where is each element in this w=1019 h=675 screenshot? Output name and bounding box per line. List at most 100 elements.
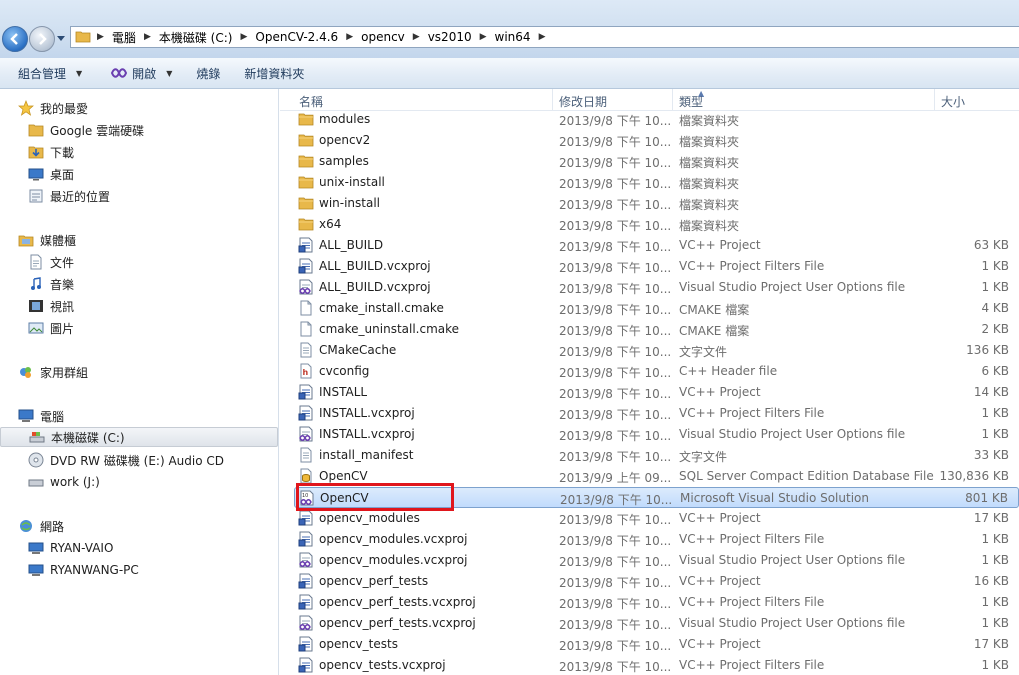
nav-network[interactable]: 網路 [18,516,64,536]
nav-dvd-drive[interactable]: DVD RW 磁碟機 (E:) Audio CD [28,450,224,470]
column-size[interactable]: 大小 [941,93,965,110]
file-row[interactable]: INSTALL.vcxproj 2013/9/8 下午 10... Visual S… [294,424,1019,445]
file-row[interactable]: opencv_tests.vcxproj 2013/9/8 下午 10... VC+… [294,655,1019,675]
file-row[interactable]: opencv_tests 2013/9/8 下午 10... VC++ Projec… [294,634,1019,655]
column-divider[interactable] [552,89,553,111]
column-divider[interactable] [934,89,935,111]
file-row[interactable]: OpenCV 2013/9/9 上午 09... SQL Server Compac… [294,466,1019,487]
breadcrumb-separator-icon[interactable]: ▶ [344,32,355,42]
breadcrumb-separator-icon[interactable]: ▶ [142,32,153,42]
file-row[interactable]: unix-install 2013/9/8 下午 10... 檔案資料夾 [294,172,1019,193]
file-name: ALL_BUILD.vcxproj [319,280,431,294]
file-type: 檔案資料夾 [679,177,740,191]
file-name: install_manifest [319,448,414,462]
file-row[interactable]: ALL_BUILD 2013/9/8 下午 10... VC++ Project 63… [294,235,1019,256]
file-row[interactable]: ALL_BUILD.vcxproj 2013/9/8 下午 10... VC++ P… [294,256,1019,277]
nav-homegroup[interactable]: 家用群組 [18,362,88,382]
file-size: 1 KB [981,427,1009,441]
file-row[interactable]: ALL_BUILD.vcxproj 2013/9/8 下午 10... Visual… [294,277,1019,298]
homegroup-icon [18,364,34,380]
file-row[interactable]: INSTALL.vcxproj 2013/9/8 下午 10... VC++ Pro… [294,403,1019,424]
back-button[interactable] [2,26,28,52]
breadcrumb-separator-icon[interactable]: ▶ [411,32,422,42]
forward-button[interactable] [29,26,55,52]
file-type: Microsoft Visual Studio Solution [680,491,869,505]
nav-desktop[interactable]: 桌面 [28,164,74,184]
back-arrow-icon [10,33,18,45]
column-name[interactable]: 名稱 [299,93,323,110]
file-row[interactable]: cmake_uninstall.cmake 2013/9/8 下午 10... CM… [294,319,1019,340]
nav-recent-places[interactable]: 最近的位置 [28,186,110,206]
vs-options-icon [298,615,314,634]
column-date-modified[interactable]: 修改日期 [559,93,607,110]
file-name: opencv2 [319,133,371,147]
column-type[interactable]: 類型 [679,93,703,110]
file-name: opencv_modules.vcxproj [319,553,468,567]
organize-button[interactable]: 組合管理 ▼ [0,65,92,82]
recent-pages-dropdown-icon[interactable] [57,34,65,42]
file-row[interactable]: cmake_install.cmake 2013/9/8 下午 10... CMAK… [294,298,1019,319]
breadcrumb-separator-icon[interactable]: ▶ [537,32,548,42]
open-button[interactable]: 開啟 ▼ [92,65,182,82]
breadcrumb-vs2010[interactable]: vs2010 [422,30,478,44]
file-row[interactable]: opencv_modules.vcxproj 2013/9/8 下午 10... V… [294,550,1019,571]
nav-videos[interactable]: 視訊 [28,296,74,316]
nav-computer[interactable]: 電腦 [18,406,64,426]
nav-ryan-vaio[interactable]: RYAN-VAIO [28,538,113,558]
nav-downloads[interactable]: 下載 [28,142,74,162]
file-size: 16 KB [973,574,1009,588]
libraries-icon [18,232,34,248]
nav-libraries[interactable]: 媒體櫃 [18,230,76,250]
file-row[interactable]: INSTALL 2013/9/8 下午 10... VC++ Project 14 K… [294,382,1019,403]
file-icon [298,321,314,340]
file-row[interactable]: modules 2013/9/8 下午 10... 檔案資料夾 [294,111,1019,130]
nav-documents[interactable]: 文件 [28,252,74,272]
address-bar[interactable]: ▶ 電腦 ▶ 本機磁碟 (C:) ▶ OpenCV-2.4.6 ▶ opencv… [70,26,1019,48]
breadcrumb-separator-icon[interactable]: ▶ [478,32,489,42]
file-row[interactable]: h cvconfig 2013/9/8 下午 10... C++ Header fil… [294,361,1019,382]
file-row[interactable]: x64 2013/9/8 下午 10... 檔案資料夾 [294,214,1019,235]
file-row[interactable]: opencv_perf_tests.vcxproj 2013/9/8 下午 10.… [294,592,1019,613]
new-folder-button[interactable]: 新增資料夾 [230,65,314,82]
vcproj-icon [298,237,314,256]
column-divider[interactable] [672,89,673,111]
nav-downloads-label: 下載 [50,145,75,160]
file-row[interactable]: CMakeCache 2013/9/8 下午 10... 文字文件 136 KB [294,340,1019,361]
svg-text:h: h [303,368,309,377]
file-name: opencv_modules [319,511,420,525]
file-row[interactable]: opencv_perf_tests.vcxproj 2013/9/8 下午 10.… [294,613,1019,634]
chevron-down-icon: ▼ [166,68,173,78]
breadcrumb-win64[interactable]: win64 [489,30,537,44]
breadcrumb-opencv-246[interactable]: OpenCV-2.4.6 [249,30,344,44]
nav-google-drive[interactable]: Google 雲端硬碟 [28,120,144,140]
breadcrumb-opencv[interactable]: opencv [355,30,411,44]
file-type: CMAKE 檔案 [679,303,750,317]
file-row[interactable]: install_manifest 2013/9/8 下午 10... 文字文件 33 … [294,445,1019,466]
file-row[interactable]: opencv_modules 2013/9/8 下午 10... VC++ Proj… [294,508,1019,529]
nav-music[interactable]: 音樂 [28,274,74,294]
file-row[interactable]: 10 OpenCV 2013/9/8 下午 10... Microsoft Visua… [294,487,1019,508]
file-date: 2013/9/8 下午 10... [559,240,672,254]
file-row[interactable]: opencv2 2013/9/8 下午 10... 檔案資料夾 [294,130,1019,151]
file-name: samples [319,154,369,168]
vcproj-icon [298,531,314,550]
burn-button[interactable]: 燒錄 [182,65,230,82]
nav-work-drive[interactable]: work (J:) [28,472,100,492]
nav-pictures[interactable]: 圖片 [28,318,74,338]
breadcrumb-computer[interactable]: 電腦 [106,29,142,46]
file-size: 6 KB [981,364,1009,378]
breadcrumb-separator-icon[interactable]: ▶ [95,32,106,42]
breadcrumb-local-disk[interactable]: 本機磁碟 (C:) [153,29,239,46]
file-type: C++ Header file [679,364,778,378]
file-row[interactable]: opencv_modules.vcxproj 2013/9/8 下午 10... V… [294,529,1019,550]
nav-ryanwang-pc[interactable]: RYANWANG-PC [28,560,139,580]
file-row[interactable]: samples 2013/9/8 下午 10... 檔案資料夾 [294,151,1019,172]
file-row[interactable]: win-install 2013/9/8 下午 10... 檔案資料夾 [294,193,1019,214]
file-type: VC++ Project Filters File [679,406,825,420]
vs-solution-icon: 10 [299,490,315,509]
file-size: 63 KB [973,238,1009,252]
nav-favorites[interactable]: 我的最愛 [18,98,88,118]
breadcrumb-separator-icon[interactable]: ▶ [238,32,249,42]
file-row[interactable]: opencv_perf_tests 2013/9/8 下午 10... VC++ P… [294,571,1019,592]
nav-local-disk[interactable]: 本機磁碟 (C:) [0,427,278,447]
